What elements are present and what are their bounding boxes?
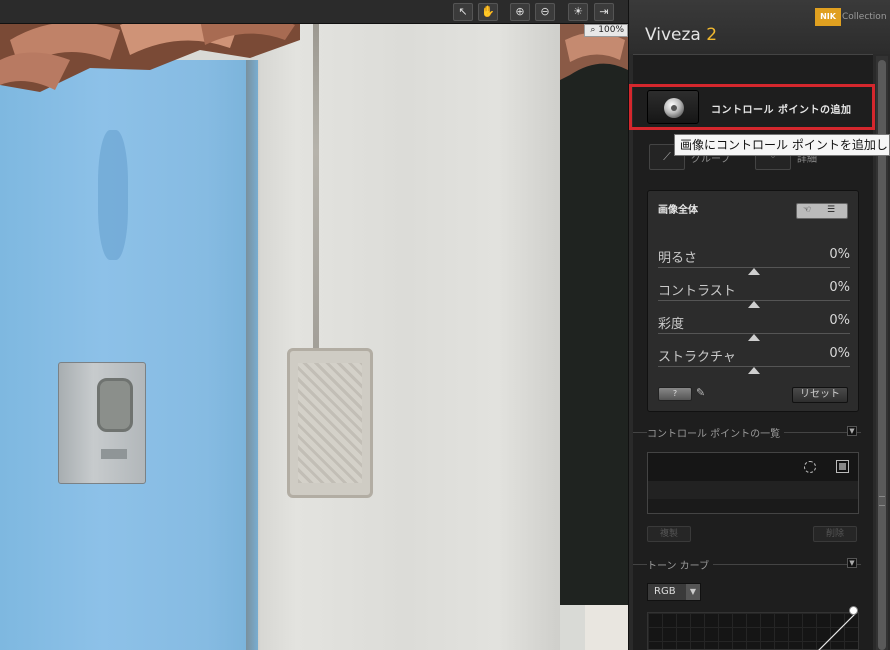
slider-label: 明るさ: [658, 251, 698, 266]
app-name: Viveza: [645, 25, 701, 45]
photo-white-wall: [250, 0, 560, 650]
add-control-point-button[interactable]: [647, 90, 699, 124]
slider-thumb[interactable]: [748, 334, 760, 341]
nik-logo: NIK: [815, 8, 841, 26]
hand-point-icon[interactable]: ☜: [803, 205, 811, 215]
zoom-level-badge: ⌕ 100%: [584, 24, 628, 37]
list-row: [648, 481, 858, 499]
hand-icon[interactable]: ✋: [478, 3, 498, 21]
photo-cloth: [585, 605, 628, 650]
control-point-list-header[interactable]: コントロール ポイントの一覧 ▼: [633, 425, 873, 440]
duplicate-button[interactable]: 複製: [647, 526, 691, 542]
viveza-window: ↖ ✋ ⊕ ⊖ ☀ ⇥ ⌕ 100% NIK Collection Viveza…: [0, 0, 890, 650]
slider-value: 0%: [829, 280, 850, 295]
group-icon: ⟋: [663, 150, 671, 163]
brightness-slider[interactable]: 明るさ 0%: [658, 247, 850, 279]
slider-label: 彩度: [658, 317, 685, 332]
photo-wall-patch: [287, 348, 373, 498]
panel-header: NIK Collection Viveza 2: [629, 0, 890, 54]
curve-endpoint-handle[interactable]: [849, 606, 858, 615]
side-panel: NIK Collection Viveza 2 コントロール ポイントの追加 ⟋…: [628, 0, 890, 650]
help-button[interactable]: ?: [658, 387, 692, 401]
global-adjustments-box: 画像全体 ☜ ☰ 明るさ 0% コントラスト 0% 彩度 0% ストラクチャ 0…: [647, 190, 859, 412]
canvas-toolbar: ↖ ✋ ⊕ ⊖ ☀ ⇥: [0, 0, 628, 24]
slider-thumb[interactable]: [748, 367, 760, 374]
global-adjustments-title: 画像全体: [658, 205, 698, 216]
show-selection-icon[interactable]: [804, 461, 816, 473]
slider-value: 0%: [829, 247, 850, 262]
channel-value: RGB: [654, 586, 676, 597]
slider-value: 0%: [829, 346, 850, 361]
view-toggle-icons[interactable]: ☜ ☰: [796, 203, 848, 219]
tone-curve-line: [818, 613, 857, 650]
channel-select[interactable]: RGB ▼: [647, 583, 701, 601]
photo-dark-doorway: [560, 60, 628, 605]
slider-thumb[interactable]: [748, 301, 760, 308]
slider-label: コントラスト: [658, 284, 736, 299]
add-control-point-tooltip: 画像にコントロール ポイントを追加します: [674, 134, 890, 156]
app-title: Viveza 2: [645, 25, 717, 45]
bulb-icon[interactable]: ☀: [568, 3, 588, 21]
control-point-icon: [664, 98, 684, 118]
photo-wall-crack: [313, 20, 319, 350]
section-title: トーン カーブ: [647, 557, 714, 572]
photo-blue-wall: [0, 60, 258, 650]
structure-slider[interactable]: ストラクチャ 0%: [658, 346, 850, 378]
app-version: 2: [706, 25, 718, 45]
collapse-arrow-icon[interactable]: ▼: [847, 558, 857, 568]
photo-electric-meter: [58, 362, 146, 484]
photo-edge-shadow: [246, 60, 260, 650]
collapse-arrow-icon[interactable]: ▼: [847, 426, 857, 436]
export-icon[interactable]: ⇥: [594, 3, 614, 21]
magnifier-icon: ⌕: [590, 25, 596, 35]
scrollbar-grip-icon: [879, 496, 885, 506]
reset-button[interactable]: リセット: [792, 387, 848, 403]
collection-label: Collection: [842, 12, 887, 22]
slider-label: ストラクチャ: [658, 350, 736, 365]
hand-list-icon[interactable]: ☰: [827, 205, 835, 215]
slider-thumb[interactable]: [748, 268, 760, 275]
pencil-icon[interactable]: ✎: [696, 386, 705, 399]
photo-stain: [98, 130, 128, 260]
list-row: [648, 453, 858, 481]
show-mask-icon[interactable]: [836, 460, 849, 473]
zoom-level: 100%: [598, 25, 624, 35]
slider-value: 0%: [829, 313, 850, 328]
saturation-slider[interactable]: 彩度 0%: [658, 313, 850, 345]
meter-label: [101, 449, 127, 459]
zoom-out-icon[interactable]: ⊖: [535, 3, 555, 21]
control-point-list[interactable]: [647, 452, 859, 514]
section-title: コントロール ポイントの一覧: [647, 425, 785, 440]
cursor-arrow-icon[interactable]: ↖: [453, 3, 473, 21]
delete-button[interactable]: 削除: [813, 526, 857, 542]
zoom-in-icon[interactable]: ⊕: [510, 3, 530, 21]
contrast-slider[interactable]: コントラスト 0%: [658, 280, 850, 312]
chevron-down-icon: ▼: [686, 584, 700, 600]
image-canvas[interactable]: ↖ ✋ ⊕ ⊖ ☀ ⇥ ⌕ 100%: [0, 0, 628, 650]
add-control-point-label: コントロール ポイントの追加: [711, 105, 852, 116]
meter-window: [97, 378, 133, 432]
tone-curve-header[interactable]: トーン カーブ ▼: [633, 557, 873, 572]
tone-curve-graph[interactable]: [647, 612, 859, 650]
